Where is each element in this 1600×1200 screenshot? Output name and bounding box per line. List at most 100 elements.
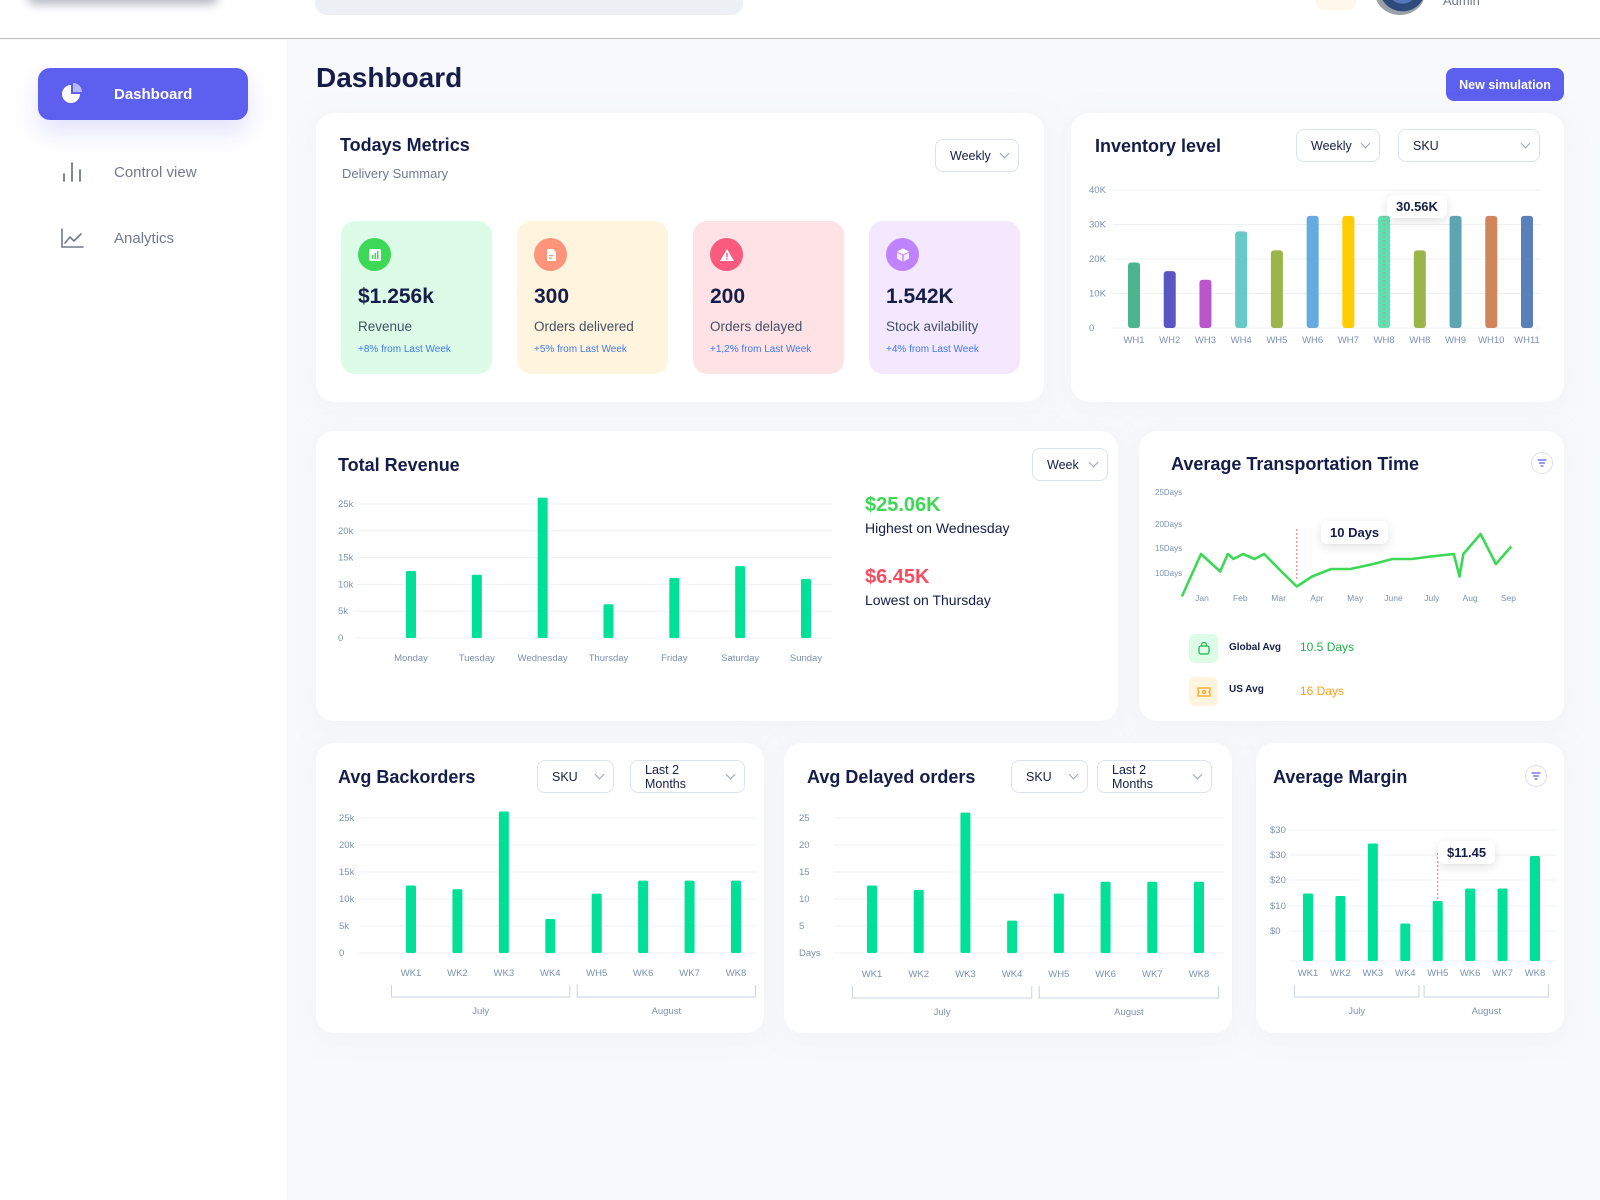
- sidebar-item-dashboard[interactable]: Dashboard: [38, 68, 248, 120]
- x-tick-label: WK6: [1095, 969, 1116, 980]
- metric-card-orders-delivered: 300 Orders delivered +5% from Last Week: [517, 221, 668, 374]
- y-tick-label: 10Days: [1155, 569, 1182, 578]
- x-tick-label: WK1: [1298, 968, 1319, 979]
- document-icon: [534, 238, 567, 271]
- x-tick-label: WK2: [908, 969, 929, 980]
- bar: [1449, 215, 1462, 328]
- x-tick-label: Thursday: [589, 653, 629, 664]
- legend-label: Global Avg: [1229, 642, 1282, 653]
- chart-tooltip: 30.56K: [1387, 195, 1447, 218]
- x-tick-label: WH5: [1266, 335, 1287, 346]
- y-tick-label: $0: [1270, 926, 1281, 937]
- legend-label: US Avg: [1229, 684, 1264, 695]
- y-tick-label: 25Days: [1155, 488, 1182, 497]
- y-tick-label: 10K: [1089, 289, 1107, 300]
- metric-value: 300: [534, 285, 570, 308]
- y-tick-label: $30: [1270, 850, 1286, 861]
- y-tick-label: 25k: [339, 813, 355, 824]
- backorders-chart: 0 5k 10k 15k 20k 25k WK1 WK2 WK3 WK4 WH5 WK6 WK7 WK8 J…: [339, 811, 756, 1017]
- x-tick-label: WK6: [1460, 968, 1481, 979]
- x-tick-label: WK1: [862, 969, 883, 980]
- bar: [1306, 215, 1319, 328]
- group-bracket: [391, 985, 571, 998]
- bar: [1053, 893, 1064, 953]
- y-tick-label: $30: [1270, 825, 1286, 836]
- bar: [1485, 215, 1498, 328]
- sidebar-item-label: Control view: [114, 163, 197, 181]
- group-bracket: [1423, 985, 1550, 998]
- x-tick-label: WK8: [1525, 968, 1546, 979]
- delayed-orders-chart: Days 5 10 15 20 25 WK1 WK2 WK3 WK4 WH5 WK6 WK7 WK8 Jul…: [799, 812, 1224, 1018]
- x-tick-label: WK2: [1330, 968, 1351, 979]
- x-tick-label: WK7: [1142, 969, 1163, 980]
- total-revenue-chart: 0 5k 10k 15k 20k 25k Monday Tuesday Wednesday Thu…: [338, 497, 832, 664]
- margin-chart: $0 $10 $20 $30 $30 WK1 WK2 WK3 WK4 WH5 WK6 WK7 WK8 Ju…: [1270, 825, 1556, 1017]
- x-tick-label: May: [1347, 593, 1364, 603]
- new-simulation-button[interactable]: New simulation: [1446, 68, 1564, 101]
- y-tick-label: 10k: [338, 579, 354, 590]
- x-tick-label: Saturday: [721, 653, 759, 664]
- avg-delayed-orders-card: Avg Delayed orders SKU Last 2 Months Day…: [784, 743, 1232, 1033]
- group-bracket: [851, 986, 1033, 999]
- metric-label: Orders delayed: [710, 319, 803, 334]
- metric-value: $1.256k: [358, 285, 434, 308]
- period-dropdown[interactable]: Week: [1032, 448, 1108, 481]
- sidebar-item-analytics[interactable]: Analytics: [38, 212, 248, 264]
- x-tick-label: Sunday: [790, 653, 822, 664]
- shopping-bag-icon: [1189, 634, 1218, 663]
- y-tick-label: 15k: [339, 867, 355, 878]
- average-margin-card: Average Margin $0 $10 $20 $30 $30 WK1 WK2 WK3 WK…: [1256, 743, 1564, 1033]
- chart-tooltip: $11.45: [1438, 841, 1496, 864]
- search-input[interactable]: [315, 0, 743, 15]
- y-tick-label: 15: [799, 867, 810, 878]
- notification-button[interactable]: [1316, 0, 1356, 10]
- x-tick-label: Tuesday: [459, 653, 495, 664]
- cube-icon: [886, 238, 919, 271]
- top-bar: Admin: [0, 0, 1600, 39]
- x-tick-label: June: [1384, 593, 1403, 603]
- todays-metrics-card: Todays Metrics Delivery Summary Weekly $…: [316, 113, 1044, 402]
- x-tick-label: WH5: [586, 968, 607, 979]
- group-label: July: [1348, 1006, 1365, 1017]
- bar: [1194, 881, 1204, 953]
- ticket-icon: [1189, 677, 1218, 706]
- x-tick-label: Sep: [1501, 593, 1516, 603]
- x-tick-label: Feb: [1233, 593, 1248, 603]
- y-tick-label: 40K: [1089, 185, 1107, 196]
- y-tick-label: 5k: [339, 921, 349, 932]
- group-bracket: [1038, 986, 1220, 999]
- user-avatar[interactable]: [1375, 0, 1425, 15]
- x-tick-label: WH5: [1048, 969, 1069, 980]
- metric-card-revenue: $1.256k Revenue +8% from Last Week: [341, 221, 492, 374]
- y-tick-label: 20k: [339, 840, 355, 851]
- y-tick-label: 10: [799, 894, 810, 905]
- x-tick-label: WK2: [447, 968, 468, 979]
- metric-change: +5% from Last Week: [534, 344, 627, 355]
- chevron-down-icon: [999, 148, 1010, 159]
- bar: [591, 893, 602, 953]
- chart-tooltip: 10 Days: [1321, 521, 1389, 544]
- inventory-chart: 0 10K 20K 30K 40K WH1 WH2 WH3 WH4 WH5 WH6 WH7 WH8 WH8…: [1089, 185, 1541, 346]
- highest-value: $25.06K: [865, 494, 941, 516]
- metric-label: Revenue: [358, 319, 413, 334]
- x-tick-label: WH4: [1231, 335, 1252, 346]
- y-tick-label: $20: [1270, 875, 1286, 886]
- x-tick-label: WK3: [955, 969, 976, 980]
- x-tick-label: WH3: [1195, 335, 1216, 346]
- pie-chart-icon: [58, 82, 86, 106]
- x-tick-label: WH8: [1374, 335, 1395, 346]
- bar-chart-icon: [358, 238, 391, 271]
- legend-value: 10.5 Days: [1300, 640, 1355, 654]
- bar: [1497, 888, 1508, 961]
- period-dropdown[interactable]: Weekly: [935, 139, 1019, 172]
- y-tick-label: 20Days: [1155, 520, 1182, 529]
- bar: [1413, 250, 1426, 328]
- bar: [669, 577, 680, 638]
- app-logo[interactable]: [28, 0, 218, 4]
- x-tick-label: WK4: [1002, 969, 1023, 980]
- y-tick-label: 0: [338, 633, 343, 644]
- x-tick-label: WK3: [1363, 968, 1384, 979]
- group-label: July: [472, 1006, 489, 1017]
- card-subtitle: Delivery Summary: [342, 166, 449, 181]
- sidebar-item-control-view[interactable]: Control view: [38, 146, 248, 198]
